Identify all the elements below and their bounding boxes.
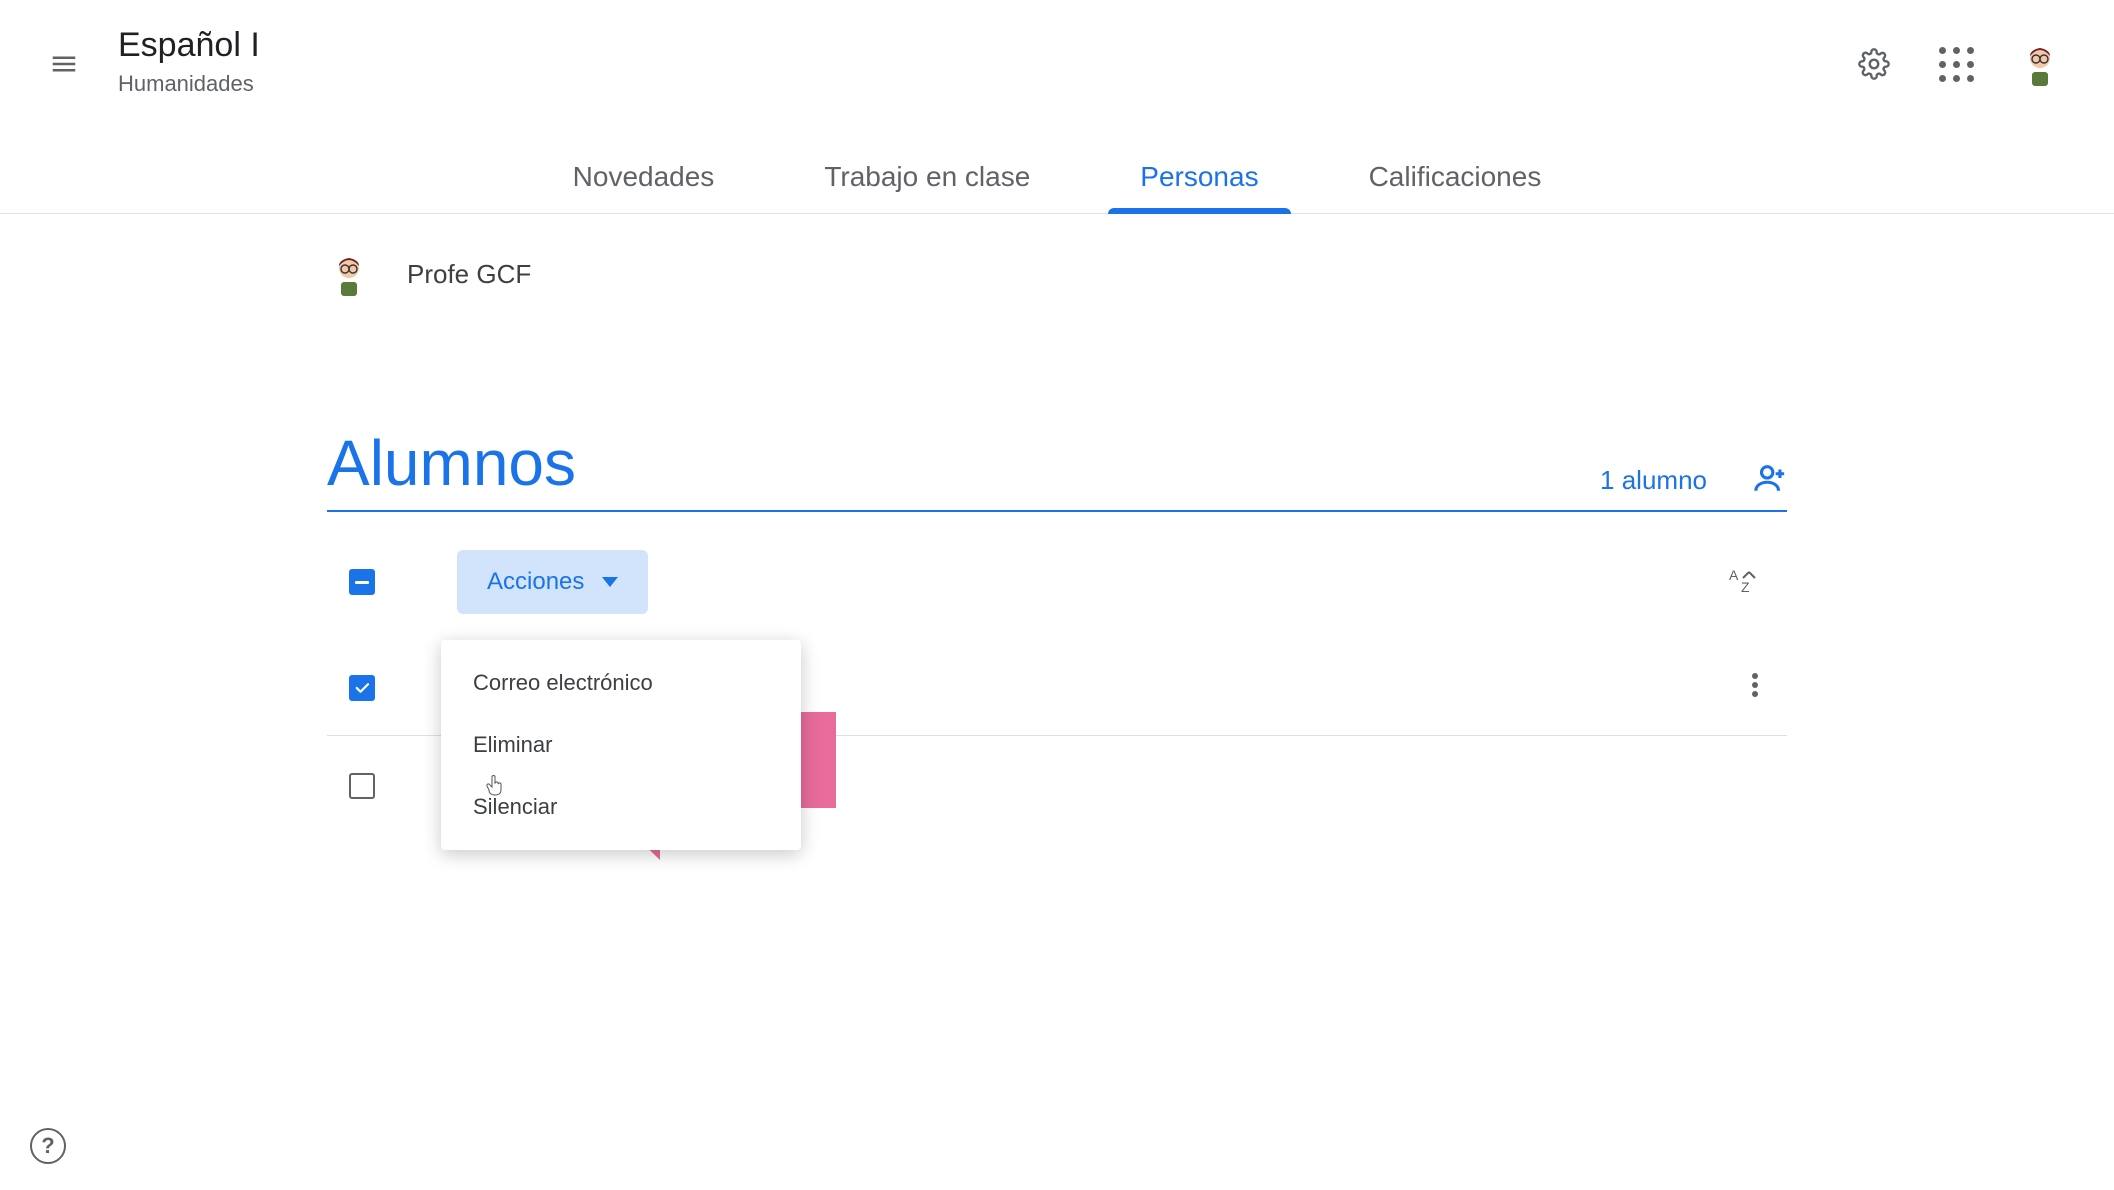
class-title[interactable]: Español I (118, 26, 260, 65)
tab-people[interactable]: Personas (1140, 147, 1258, 213)
person-add-icon (1753, 461, 1787, 495)
svg-text:Z: Z (1741, 579, 1750, 595)
bulk-actions-row: Acciones A Z Correo electrónico Eliminar… (327, 512, 1787, 640)
tab-classwork[interactable]: Trabajo en clase (824, 147, 1030, 213)
teacher-name: Profe GCF (407, 259, 531, 290)
main-content: Profe GCF Alumnos 1 alumno Acciones A Z … (177, 252, 1937, 836)
menu-item-mute[interactable]: Silenciar (441, 776, 801, 838)
avatar-icon (327, 252, 371, 296)
actions-dropdown-menu: Correo electrónico Eliminar Silenciar (441, 640, 801, 850)
menu-item-remove[interactable]: Eliminar (441, 714, 801, 776)
sort-az-icon: A Z (1727, 566, 1759, 598)
student-checkbox[interactable] (349, 675, 375, 701)
nav-tabs: Novedades Trabajo en clase Personas Cali… (0, 147, 2114, 214)
profile-avatar[interactable] (2018, 42, 2062, 86)
settings-button[interactable] (1854, 44, 1894, 84)
tab-grades[interactable]: Calificaciones (1369, 147, 1542, 213)
sort-button[interactable]: A Z (1727, 566, 1759, 598)
class-subtitle: Humanidades (118, 71, 260, 97)
students-section-header: Alumnos 1 alumno (327, 426, 1787, 512)
google-apps-button[interactable] (1936, 44, 1976, 84)
menu-item-email[interactable]: Correo electrónico (441, 652, 801, 714)
tab-news[interactable]: Novedades (573, 147, 715, 213)
header-actions (1854, 42, 2062, 86)
student-count: 1 alumno (1600, 465, 1707, 496)
students-section-title: Alumnos (327, 426, 576, 500)
question-icon: ? (41, 1133, 54, 1159)
hamburger-icon (49, 49, 79, 79)
invite-student-button[interactable] (1753, 461, 1787, 500)
student-more-button[interactable] (1751, 672, 1759, 703)
help-button[interactable]: ? (30, 1128, 66, 1164)
invited-checkbox[interactable] (349, 773, 375, 799)
chevron-down-icon (602, 577, 618, 587)
check-icon (353, 679, 371, 697)
teacher-avatar[interactable] (327, 252, 371, 296)
svg-text:A: A (1729, 567, 1739, 583)
teacher-row: Profe GCF (327, 252, 1787, 296)
students-section-right: 1 alumno (1600, 461, 1787, 500)
actions-button-label: Acciones (487, 568, 584, 596)
class-title-block: Español I Humanidades (118, 26, 260, 97)
app-header: Español I Humanidades (0, 0, 2114, 97)
apps-grid-icon (1939, 47, 1974, 82)
avatar-icon (2018, 42, 2062, 86)
actions-dropdown-button[interactable]: Acciones (457, 550, 648, 614)
select-all-checkbox[interactable] (349, 569, 375, 595)
gear-icon (1858, 48, 1890, 80)
hamburger-menu-button[interactable] (40, 40, 88, 88)
more-vert-icon (1751, 672, 1759, 698)
